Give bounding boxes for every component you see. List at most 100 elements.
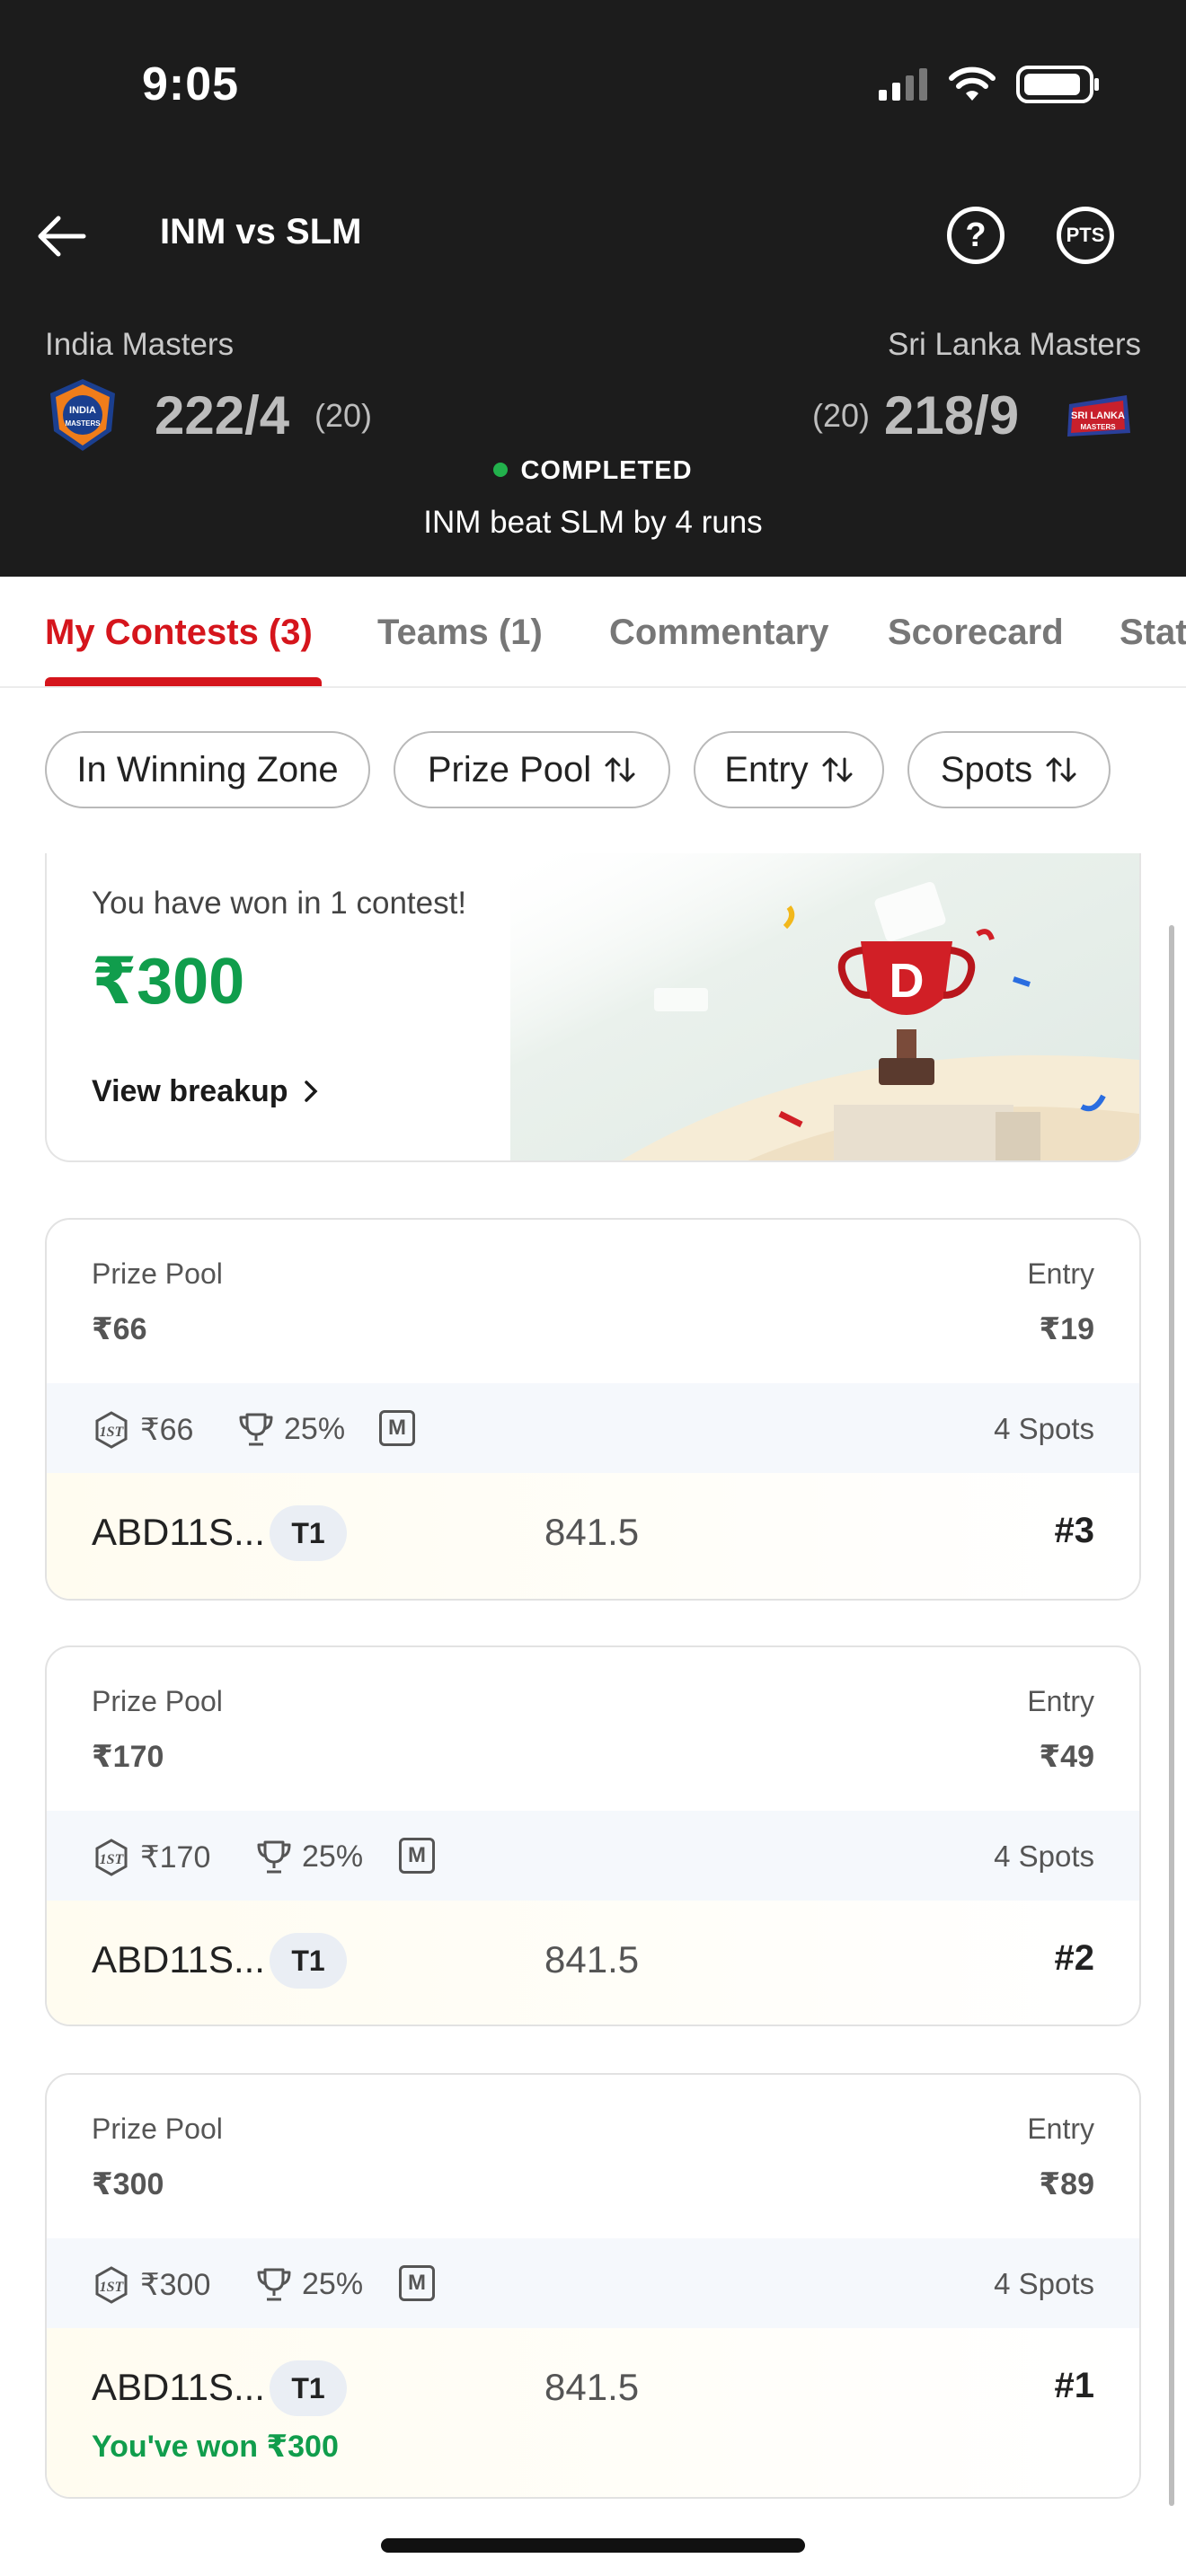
multi-entry-badge: M	[399, 2265, 435, 2301]
winners-percent: 25%	[255, 1838, 363, 1875]
match-result: INM beat SLM by 4 runs	[423, 505, 763, 540]
team-rank: #3	[1054, 1511, 1095, 1550]
view-breakup-label: View breakup	[92, 1074, 288, 1108]
contest-card[interactable]: Prize Pool Entry ₹66 ₹19 1ST ₹66 25% M 4…	[45, 1218, 1141, 1601]
team-handle: ABD11S...	[92, 1511, 265, 1553]
winners-percent: 25%	[255, 2265, 363, 2303]
tab-teams[interactable]: Teams (1)	[377, 613, 543, 653]
chevron-right-icon	[305, 1081, 318, 1102]
prize-pool-value: ₹300	[92, 2167, 164, 2201]
entry-label: Entry	[1027, 1685, 1094, 1717]
back-button[interactable]	[31, 205, 93, 268]
team-right-overs: (20)	[812, 397, 871, 434]
multi-entry-icon: M	[399, 2265, 435, 2301]
match-status: COMPLETED	[0, 456, 1186, 486]
team-left-overs: (20)	[314, 397, 373, 434]
signal-icon	[879, 68, 927, 101]
status-time: 9:05	[142, 58, 240, 110]
contest-meta: 1ST ₹66 25% M 4 Spots	[47, 1383, 1139, 1473]
help-button[interactable]: ?	[947, 207, 1005, 264]
team-handle: ABD11S...	[92, 2366, 265, 2408]
sort-icon	[605, 757, 635, 782]
first-prize: 1ST ₹300	[92, 2265, 210, 2305]
filter-entry[interactable]: Entry	[694, 731, 884, 808]
multi-entry-icon: M	[399, 1838, 435, 1874]
match-header: 9:05 INM vs SLM ? PTS India Masters Sri …	[0, 0, 1186, 577]
sri-lanka-masters-logo-icon: SRI LANKA MASTERS	[1067, 395, 1130, 437]
tab-bar: My Contests (3) Teams (1) Commentary Sco…	[0, 577, 1186, 688]
team-badge: T1	[270, 1505, 347, 1561]
multi-entry-icon: M	[379, 1410, 415, 1446]
tab-stats[interactable]: Stat	[1120, 613, 1186, 653]
scrollbar[interactable]	[1169, 925, 1174, 2506]
nav-bar: INM vs SLM ? PTS	[0, 189, 1186, 278]
status-dot-icon	[493, 463, 509, 477]
team-left-score: 222/4	[155, 385, 290, 446]
spots-count: 4 Spots	[994, 2267, 1094, 2300]
multi-entry-badge: M	[379, 1410, 415, 1446]
winnings-message: You have won in 1 contest!	[92, 886, 467, 921]
view-breakup-link[interactable]: View breakup	[92, 1074, 320, 1109]
filter-prize-pool[interactable]: Prize Pool	[394, 731, 670, 808]
team-right-score: 218/9	[884, 385, 1020, 446]
multi-entry-badge: M	[399, 1838, 435, 1874]
winners-percent-value: 25%	[302, 2266, 364, 2301]
contest-card[interactable]: Prize Pool Entry ₹170 ₹49 1ST ₹170 25% M…	[45, 1645, 1141, 2026]
tab-commentary[interactable]: Commentary	[609, 613, 829, 653]
help-icon: ?	[965, 216, 987, 254]
team-left-name: India Masters	[45, 327, 235, 362]
svg-text:1ST: 1ST	[100, 1425, 125, 1440]
svg-text:SRI LANKA: SRI LANKA	[1071, 410, 1125, 421]
team-badge: T1	[270, 1933, 347, 1989]
home-indicator[interactable]	[381, 2538, 805, 2553]
svg-text:MASTERS: MASTERS	[1080, 423, 1116, 431]
match-title: INM vs SLM	[160, 212, 362, 251]
prize-pool-value: ₹170	[92, 1740, 164, 1774]
trophy-icon	[257, 1840, 291, 1874]
filter-spots[interactable]: Spots	[907, 731, 1111, 808]
match-status-text: COMPLETED	[520, 456, 693, 485]
first-prize-medal-icon: 1ST	[95, 2266, 128, 2304]
spots-count: 4 Spots	[994, 1412, 1094, 1445]
svg-text:1ST: 1ST	[100, 1852, 125, 1867]
pts-icon: PTS	[1066, 224, 1105, 246]
team-rank: #1	[1054, 2366, 1095, 2405]
svg-text:MASTERS: MASTERS	[65, 419, 101, 428]
active-tab-indicator	[45, 677, 322, 686]
prize-pool-value: ₹66	[92, 1312, 147, 1346]
trophy-letter: D	[890, 954, 925, 1008]
entry-fee: ₹49	[1039, 1740, 1094, 1774]
prize-pool-label: Prize Pool	[92, 1257, 223, 1290]
team-points: 841.5	[544, 2366, 640, 2408]
status-icons	[877, 65, 1102, 104]
stadium-trophy-illustration: D	[510, 853, 1139, 1160]
winners-percent-value: 25%	[302, 1839, 364, 1874]
team-points: 841.5	[544, 1938, 640, 1981]
battery-icon	[1016, 66, 1099, 103]
entry-label: Entry	[1027, 1257, 1094, 1290]
spots-count: 4 Spots	[994, 1839, 1094, 1873]
joined-team-row[interactable]: ABD11S... T1 841.5 #1 You've won ₹300	[47, 2328, 1139, 2497]
points-system-button[interactable]: PTS	[1057, 207, 1114, 264]
joined-team-row[interactable]: ABD11S... T1 841.5 #2	[47, 1901, 1139, 2025]
filter-label: Prize Pool	[427, 749, 592, 790]
wifi-icon	[949, 66, 996, 101]
prize-pool-label: Prize Pool	[92, 2113, 223, 2145]
trophy-icon	[257, 2268, 291, 2301]
filter-label: In Winning Zone	[76, 749, 339, 790]
entry-label: Entry	[1027, 2113, 1094, 2145]
entry-fee: ₹89	[1039, 2167, 1094, 2201]
sort-icon	[822, 757, 853, 782]
trophy-icon	[239, 1413, 273, 1446]
contest-card[interactable]: Prize Pool Entry ₹300 ₹89 1ST ₹300 25% M…	[45, 2073, 1141, 2499]
first-prize-medal-icon: 1ST	[95, 1411, 128, 1449]
status-bar: 9:05	[0, 0, 1186, 171]
tab-scorecard[interactable]: Scorecard	[888, 613, 1064, 653]
winnings-amount: ₹300	[92, 946, 245, 1018]
svg-text:INDIA: INDIA	[69, 405, 96, 416]
tab-my-contests[interactable]: My Contests (3)	[45, 613, 313, 653]
filter-winning-zone[interactable]: In Winning Zone	[45, 731, 370, 808]
team-rank: #2	[1054, 1938, 1095, 1978]
prize-pool-label: Prize Pool	[92, 1685, 223, 1717]
joined-team-row[interactable]: ABD11S... T1 841.5 #3	[47, 1473, 1139, 1599]
